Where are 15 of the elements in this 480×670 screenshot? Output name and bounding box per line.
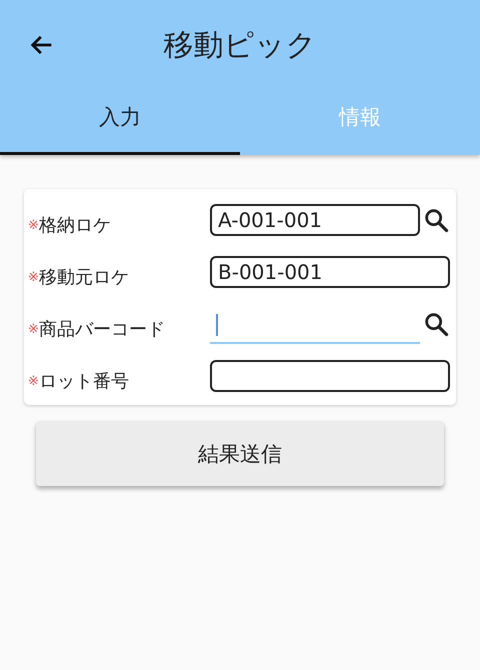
- field-label: 商品バーコード: [38, 318, 165, 341]
- text-cursor: [216, 314, 218, 336]
- page-title: 移動ピック: [164, 26, 316, 64]
- tab[interactable]: 入力: [0, 90, 240, 155]
- input-field[interactable]: A-001-001: [210, 204, 420, 236]
- field-label: ロット番号: [38, 370, 129, 393]
- required-mark: ※: [28, 322, 39, 336]
- field-label: 移動元ロケ: [38, 266, 129, 289]
- input-field[interactable]: B-001-001: [210, 256, 450, 288]
- submit-button[interactable]: 結果送信: [36, 421, 444, 486]
- input-field[interactable]: [210, 360, 450, 392]
- field-label: 格納ロケ: [38, 214, 111, 237]
- required-mark: ※: [28, 218, 39, 232]
- required-mark: ※: [28, 270, 39, 284]
- required-mark: ※: [28, 374, 39, 388]
